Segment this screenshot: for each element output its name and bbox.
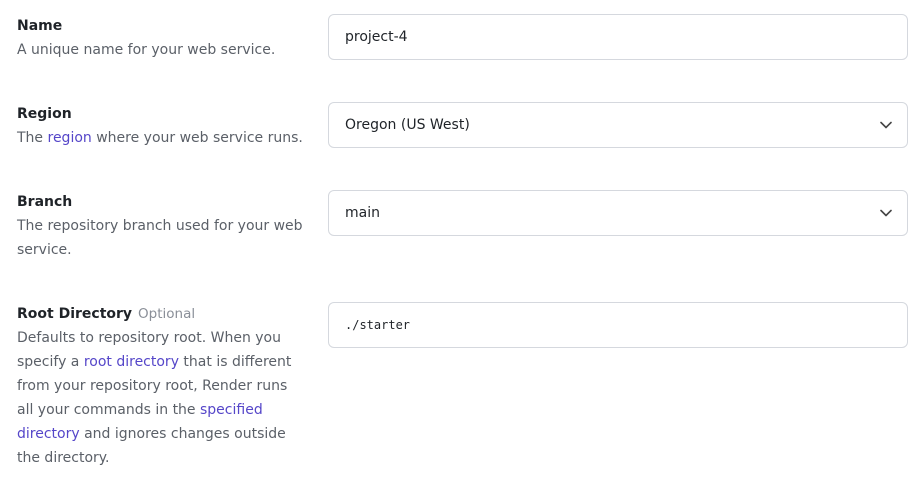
branch-select-value: main xyxy=(345,205,380,221)
root-directory-title: Root Directory Optional xyxy=(17,306,196,322)
root-directory-input-value: ./starter xyxy=(345,318,411,332)
root-directory-description: Defaults to repository root. When you sp… xyxy=(17,330,292,466)
root-directory-input[interactable]: ./starter xyxy=(328,302,908,348)
branch-label-group: Branch The repository branch used for yo… xyxy=(17,190,307,262)
branch-title: Branch xyxy=(17,194,73,210)
name-input-value: project-4 xyxy=(345,29,408,45)
branch-select[interactable]: main xyxy=(328,190,908,236)
chevron-down-icon xyxy=(879,206,893,220)
root-directory-label-group: Root Directory Optional Defaults to repos… xyxy=(17,302,307,470)
region-select-value: Oregon (US West) xyxy=(345,117,470,133)
chevron-down-icon xyxy=(879,118,893,132)
root-directory-link[interactable]: root directory xyxy=(84,354,179,370)
region-description: The region where your web service runs. xyxy=(17,130,303,146)
name-label-group: Name A unique name for your web service. xyxy=(17,14,307,62)
region-label-group: Region The region where your web service… xyxy=(17,102,307,150)
name-title: Name xyxy=(17,18,63,34)
name-input[interactable]: project-4 xyxy=(328,14,908,60)
region-select[interactable]: Oregon (US West) xyxy=(328,102,908,148)
branch-description: The repository branch used for your web … xyxy=(17,218,303,258)
region-link[interactable]: region xyxy=(48,130,92,146)
region-title: Region xyxy=(17,106,72,122)
name-description: A unique name for your web service. xyxy=(17,42,276,58)
optional-badge: Optional xyxy=(138,306,196,322)
